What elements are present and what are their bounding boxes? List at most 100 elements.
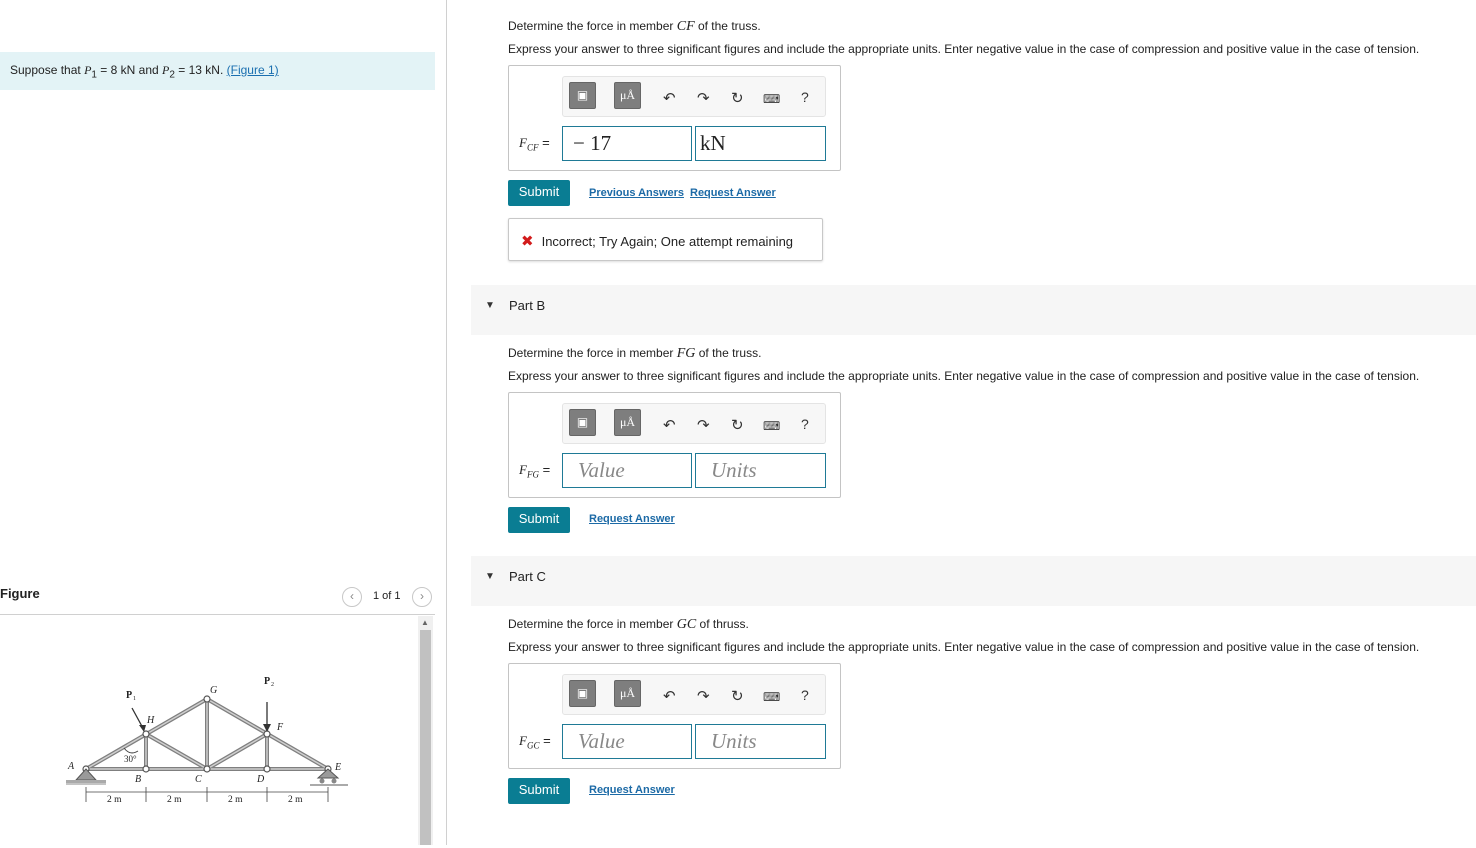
x-mark-icon: ✖ [521, 233, 534, 250]
part-b-units-input[interactable]: Units [695, 453, 826, 488]
part-a-variable-label: FCF = [519, 135, 550, 153]
scrollbar-thumb[interactable] [420, 630, 431, 845]
joint-d [263, 765, 271, 773]
templates-button[interactable]: ▣ [569, 680, 596, 707]
scroll-up-icon[interactable]: ▲ [421, 618, 429, 627]
part-b-member: FG [676, 346, 696, 361]
problem-intro: Suppose that P1 = 8 kN and P2 = 13 kN. (… [0, 52, 435, 90]
units-button[interactable]: μÅ [614, 680, 641, 707]
part-b-submit-button[interactable]: Submit [508, 507, 570, 533]
joint-c [203, 765, 211, 773]
part-a-question: Determine the force in member CF of the … [508, 19, 761, 34]
part-b-header[interactable]: ▼ Part B [471, 285, 1476, 335]
part-a-units-input[interactable]: kN [695, 126, 826, 161]
left-panel: Suppose that P1 = 8 kN and P2 = 13 kN. (… [0, 0, 447, 845]
part-c-header[interactable]: ▼ Part C [471, 556, 1476, 606]
part-c-toolbar: ▣ μÅ ↶ ↷ ↻ ⌨ ? [562, 674, 826, 715]
figure-link[interactable]: (Figure 1) [227, 63, 279, 77]
part-c-title: Part C [509, 569, 546, 584]
label-b: B [135, 774, 141, 785]
figure-pager-count: 1 of 1 [373, 590, 401, 602]
help-icon[interactable]: ? [801, 416, 809, 432]
figure-scrollbar[interactable]: ▲ [418, 616, 433, 845]
undo-icon[interactable]: ↶ [663, 416, 676, 434]
part-b-title: Part B [509, 298, 546, 313]
help-icon[interactable]: ? [801, 89, 809, 105]
p2-value: = 13 kN. [174, 63, 227, 77]
label-p1: P [126, 690, 132, 701]
label-c: C [195, 774, 202, 785]
templates-icon: ▣ [576, 686, 589, 700]
dim-bc: 2 m [167, 795, 182, 805]
p1-value: = 8 kN and [96, 63, 163, 77]
intro-text: Suppose that [10, 63, 85, 77]
templates-button[interactable]: ▣ [569, 82, 596, 109]
part-a-submit-button[interactable]: Submit [508, 180, 570, 206]
label-p2-sub: 2 [271, 682, 274, 688]
units-button[interactable]: μÅ [614, 82, 641, 109]
part-a-toolbar: ▣ μÅ ↶ ↷ ↻ ⌨ ? [562, 76, 826, 117]
caret-down-icon[interactable]: ▼ [485, 300, 495, 311]
label-d: D [256, 774, 265, 785]
templates-icon: ▣ [576, 415, 589, 429]
redo-icon[interactable]: ↷ [697, 416, 710, 434]
units-icon: μÅ [619, 88, 636, 102]
part-a-previous-answers-link[interactable]: Previous Answers [589, 187, 684, 199]
redo-icon[interactable]: ↷ [697, 687, 710, 705]
figure-header: Figure ‹ 1 of 1 › [0, 582, 435, 615]
figure-area: P 1 P 2 A B C D E F G H 30° 2 m 2 m 2 m … [0, 616, 418, 845]
part-b-value-input[interactable]: Value [562, 453, 692, 488]
joint-b [142, 765, 150, 773]
undo-icon[interactable]: ↶ [663, 89, 676, 107]
part-c-answer-box: ▣ μÅ ↶ ↷ ↻ ⌨ ? FGC = Value Units [508, 663, 841, 769]
redo-icon[interactable]: ↷ [697, 89, 710, 107]
part-c-value-input[interactable]: Value [562, 724, 692, 759]
next-figure-button[interactable]: › [412, 587, 432, 607]
dim-de: 2 m [288, 795, 303, 805]
feedback-text: Incorrect; Try Again; One attempt remain… [541, 234, 794, 249]
part-a-instructions: Express your answer to three significant… [508, 42, 1420, 56]
part-c-instructions: Express your answer to three significant… [508, 640, 1420, 654]
undo-icon[interactable]: ↶ [663, 687, 676, 705]
caret-down-icon[interactable]: ▼ [485, 571, 495, 582]
reset-icon[interactable]: ↻ [731, 416, 744, 434]
label-h: H [146, 715, 155, 726]
part-c-units-input[interactable]: Units [695, 724, 826, 759]
help-icon[interactable]: ? [801, 687, 809, 703]
label-p1-sub: 1 [133, 696, 136, 702]
units-icon: μÅ [619, 415, 636, 429]
part-c-request-answer-link[interactable]: Request Answer [589, 784, 675, 796]
chevron-right-icon: › [420, 589, 424, 603]
part-c-member: GC [676, 617, 697, 632]
label-p2: P [264, 676, 270, 687]
part-a-request-answer-link[interactable]: Request Answer [690, 187, 776, 199]
label-a: A [67, 761, 75, 772]
part-b-request-answer-link[interactable]: Request Answer [589, 513, 675, 525]
templates-icon: ▣ [576, 88, 589, 102]
units-icon: μÅ [619, 686, 636, 700]
units-button[interactable]: μÅ [614, 409, 641, 436]
dim-cd: 2 m [228, 795, 243, 805]
part-a-value-input[interactable]: − 17 [562, 126, 692, 161]
roller-support-icon [310, 768, 348, 786]
reset-icon[interactable]: ↻ [731, 89, 744, 107]
keyboard-icon[interactable]: ⌨ [763, 690, 780, 704]
label-g: G [210, 685, 217, 696]
part-a-member: CF [676, 19, 695, 34]
prev-figure-button[interactable]: ‹ [342, 587, 362, 607]
part-c-submit-button[interactable]: Submit [508, 778, 570, 804]
part-a-answer-box: ▣ μÅ ↶ ↷ ↻ ⌨ ? FCF = − 17 kN [508, 65, 841, 171]
truss-figure: P 1 P 2 A B C D E F G H 30° 2 m 2 m 2 m … [66, 676, 348, 805]
keyboard-icon[interactable]: ⌨ [763, 92, 780, 106]
templates-button[interactable]: ▣ [569, 409, 596, 436]
part-a-feedback: ✖ Incorrect; Try Again; One attempt remai… [508, 218, 823, 261]
part-b-toolbar: ▣ μÅ ↶ ↷ ↻ ⌨ ? [562, 403, 826, 444]
keyboard-icon[interactable]: ⌨ [763, 419, 780, 433]
joint-h [142, 730, 150, 738]
part-b-question: Determine the force in member FG of the … [508, 346, 762, 361]
figure-title: Figure [0, 586, 40, 601]
part-b-instructions: Express your answer to three significant… [508, 369, 1420, 383]
reset-icon[interactable]: ↻ [731, 687, 744, 705]
dim-ab: 2 m [107, 795, 122, 805]
part-b-variable-label: FFG = [519, 462, 551, 480]
